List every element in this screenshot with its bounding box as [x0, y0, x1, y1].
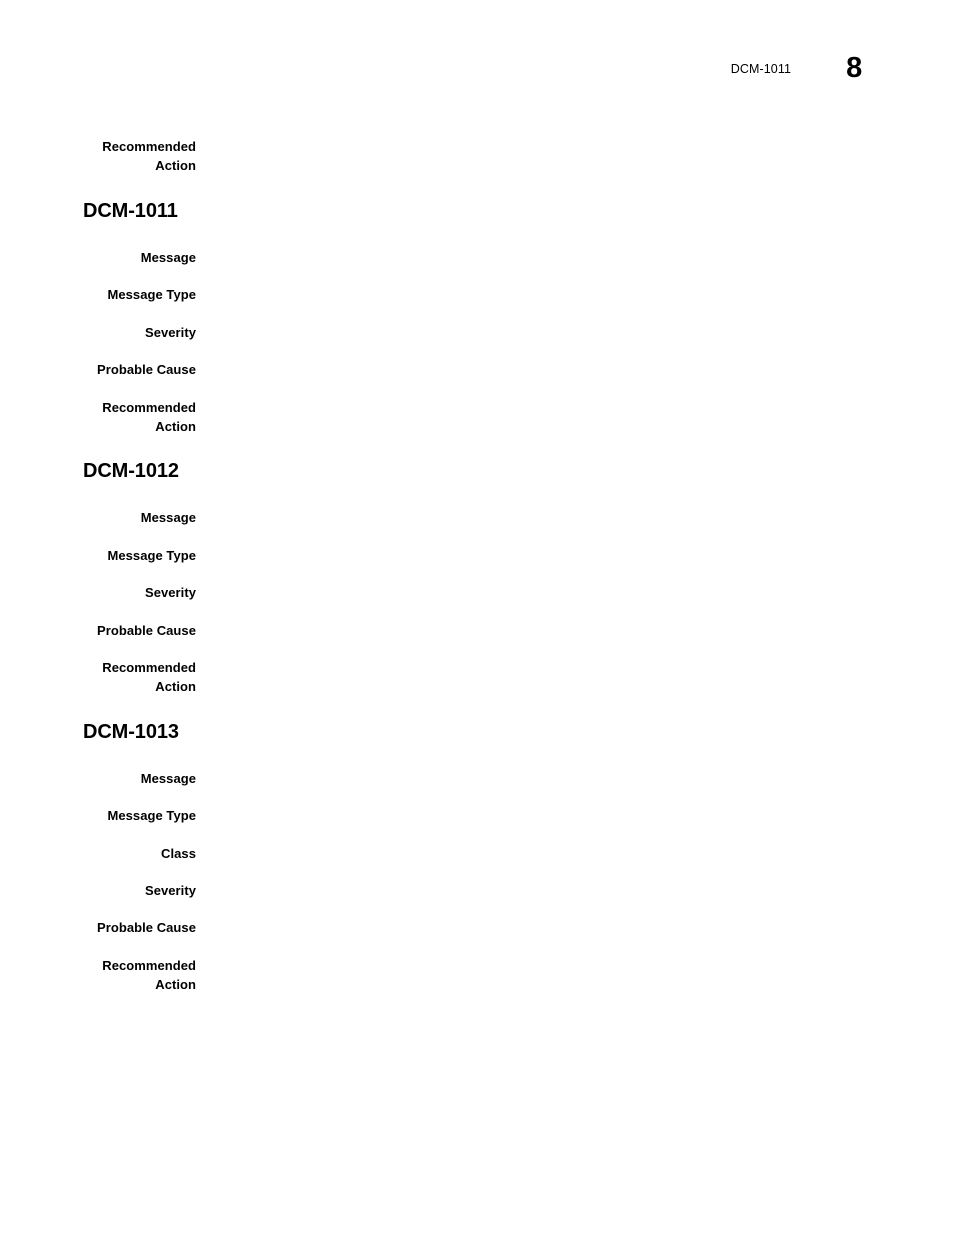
field-label: Recommended Action [102, 400, 196, 434]
field-label: Probable Cause [97, 623, 196, 638]
field-label: Message [140, 771, 196, 786]
section-heading: DCM-1013 [83, 721, 179, 743]
field-label: Probable Cause [97, 362, 196, 377]
document-page: DCM-1011 8 Recommended Action DCM-1011 Me… [0, 0, 954, 1235]
field-label: Severity [145, 325, 196, 340]
field-label: Message Type [107, 548, 196, 563]
field-label: Message [140, 250, 196, 265]
field-label: Severity [145, 585, 196, 600]
field-label: Recommended Action [102, 958, 196, 992]
field-label: Probable Cause [97, 920, 196, 935]
field-label: Recommended Action [102, 660, 196, 694]
page-number: 8 [846, 52, 862, 84]
section-heading: DCM-1011 [83, 200, 178, 222]
field-label: Severity [145, 883, 196, 898]
page-header: DCM-1011 8 [0, 0, 954, 110]
field-label: Message Type [107, 287, 196, 302]
section-heading: DCM-1012 [83, 460, 179, 482]
header-running-title: DCM-1011 [730, 62, 791, 76]
field-label: Class [161, 846, 196, 861]
field-label: Message [140, 510, 196, 525]
field-label: Recommended Action [102, 139, 196, 173]
field-label: Message Type [107, 808, 196, 823]
